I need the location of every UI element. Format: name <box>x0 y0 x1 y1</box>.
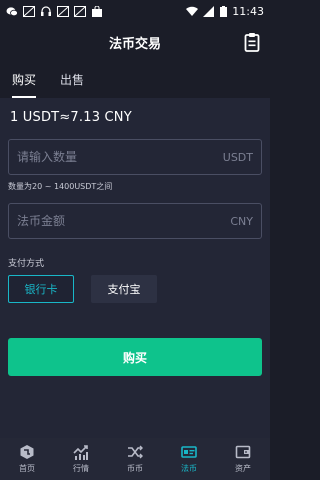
quantity-hint: 数量为20 ~ 1400USDT之间 <box>8 182 113 191</box>
market-chart-icon <box>73 445 88 460</box>
image-icon <box>23 5 35 17</box>
nav-item-label: 行情 <box>73 464 89 473</box>
exchange-shuffle-icon <box>128 445 143 459</box>
headset-icon <box>41 5 51 16</box>
shopping-bag-icon <box>92 5 102 17</box>
system-status: 11:43 <box>186 5 264 18</box>
nav-item-label: 资产 <box>235 464 251 473</box>
payment-method-label: 支付方式 <box>8 259 45 269</box>
signal-icon <box>203 5 215 17</box>
trade-tabs: 购买 出售 <box>0 62 270 98</box>
nav-item-label: 法币 <box>181 464 197 473</box>
trade-form: 1 USDT≈7.13 CNY USDT 数量为20 ~ 1400USDT之间 … <box>0 98 270 438</box>
nav-item-label: 首页 <box>19 464 35 473</box>
amount-unit: CNY <box>230 214 253 228</box>
page-title: 法币交易 <box>108 36 161 52</box>
image-icon <box>74 5 86 17</box>
orders-clipboard-icon[interactable] <box>244 32 260 52</box>
nav-item-fiat[interactable]: 法币 <box>162 438 216 480</box>
nav-item-market[interactable]: 行情 <box>54 438 108 480</box>
exchange-rate: 1 USDT≈7.13 CNY <box>10 110 132 125</box>
nav-item-exchange[interactable]: 币币 <box>108 438 162 480</box>
nav-item-assets[interactable]: 资产 <box>216 438 270 480</box>
amount-input[interactable] <box>17 214 231 228</box>
status-bar: 11:43 <box>0 0 270 22</box>
nav-item-home[interactable]: 首页 <box>0 438 54 480</box>
battery-icon <box>220 5 228 17</box>
tab-buy[interactable]: 购买 <box>12 71 37 98</box>
payment-alipay-button[interactable]: 支付宝 <box>91 275 157 303</box>
bottom-nav: 首页 行情 币币 法币 资产 <box>0 438 270 480</box>
home-icon <box>20 445 34 459</box>
quantity-unit: USDT <box>222 150 253 164</box>
tab-sell[interactable]: 出售 <box>60 71 84 98</box>
amount-field[interactable]: CNY <box>8 203 262 239</box>
clock: 11:43 <box>232 4 264 18</box>
notification-icons <box>6 5 103 17</box>
quantity-input[interactable] <box>17 150 223 164</box>
wallet-icon <box>235 445 251 459</box>
image-icon <box>57 5 69 17</box>
wifi-icon <box>186 6 199 16</box>
nav-item-label: 币币 <box>127 464 143 473</box>
fiat-card-icon <box>181 446 197 458</box>
quantity-field[interactable]: USDT <box>8 139 262 175</box>
wechat-icon <box>6 6 18 16</box>
buy-button[interactable]: 购买 <box>8 338 262 376</box>
header: 法币交易 <box>0 22 270 62</box>
payment-bank-card-button[interactable]: 银行卡 <box>8 275 74 303</box>
